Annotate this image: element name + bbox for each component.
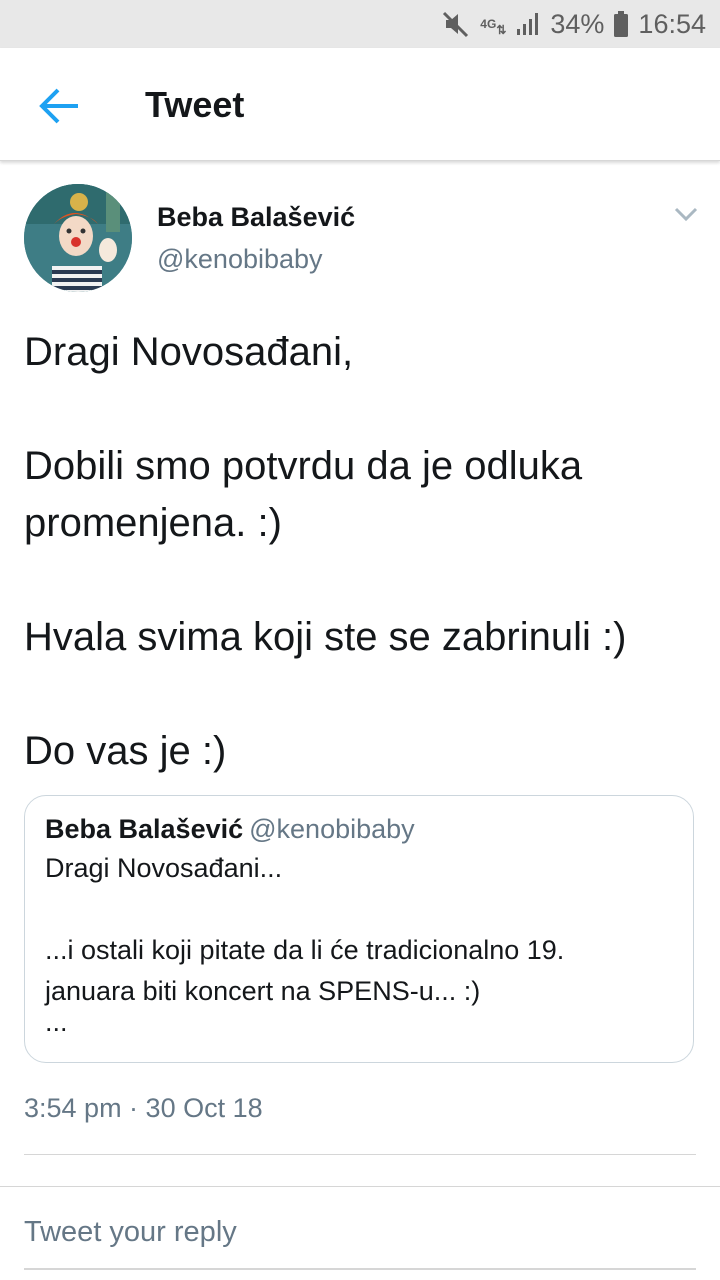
author-name[interactable]: Beba Balašević	[157, 202, 355, 233]
divider	[0, 1186, 720, 1187]
network-4g-icon: 4G ⇅	[480, 17, 507, 37]
reply-input-underline	[24, 1268, 696, 1270]
tweet-paragraph: Do vas je :)	[24, 729, 227, 773]
tweet-text: Dragi Novosađani, Dobili smo potvrdu da …	[24, 324, 704, 780]
quoted-author-name: Beba Balašević	[45, 814, 244, 844]
quoted-text-line: Dragi Novosađani...	[45, 853, 283, 883]
signal-icon	[516, 12, 540, 36]
quoted-author-handle: @kenobibaby	[249, 814, 415, 844]
tweet-paragraph: Hvala svima koji ste se zabrinuli :)	[24, 615, 627, 659]
tweet-timestamp: 3:54 pm · 30 Oct 18	[24, 1093, 263, 1123]
divider	[24, 1154, 696, 1155]
quoted-ellipsis: ...	[45, 1007, 68, 1037]
quoted-text-line: januara biti koncert na SPENS-u... :)	[45, 976, 481, 1006]
battery-percent: 34%	[550, 8, 605, 39]
tweet-paragraph: Dobili smo potvrdu da je odluka promenje…	[24, 444, 583, 545]
author-handle[interactable]: @kenobibaby	[157, 244, 323, 275]
tweet-paragraph: Dragi Novosađani,	[24, 330, 354, 374]
quoted-text-line: ...i ostali koji pitate da li će tradici…	[45, 935, 565, 965]
avatar[interactable]	[24, 184, 132, 292]
back-arrow-icon[interactable]	[38, 86, 82, 126]
clock: 16:54	[638, 8, 706, 39]
app-header: Tweet	[0, 48, 720, 161]
status-bar: 4G ⇅ 34% 16:54	[0, 0, 720, 48]
chevron-down-icon[interactable]	[672, 204, 700, 224]
battery-icon	[614, 11, 629, 37]
reply-input[interactable]: Tweet your reply	[24, 1216, 237, 1249]
page-title: Tweet	[145, 84, 245, 125]
quoted-tweet-card[interactable]: Beba Balašević @kenobibaby Dragi Novosađa…	[24, 795, 694, 1063]
mute-icon	[440, 9, 470, 39]
